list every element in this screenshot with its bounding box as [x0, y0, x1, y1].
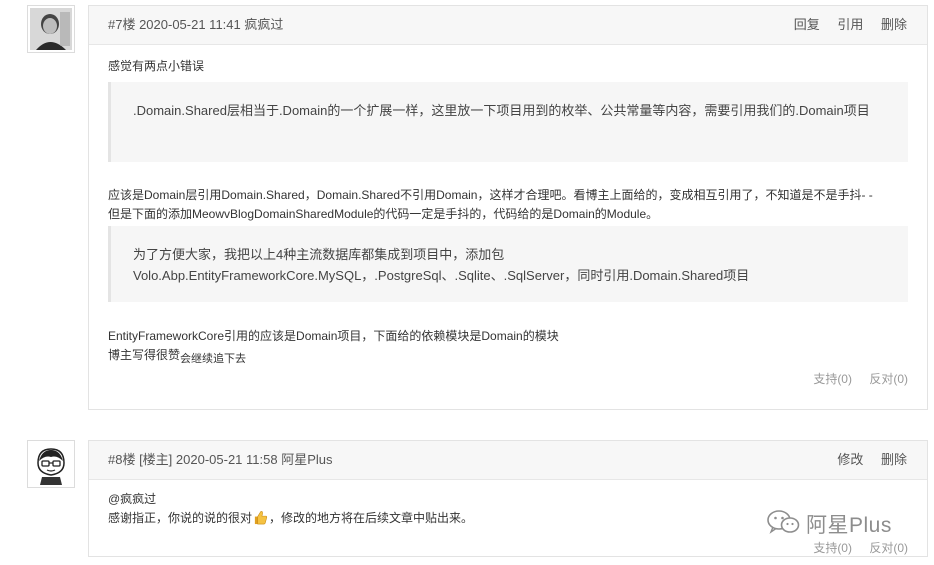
comment-meta: #8楼 [楼主] 2020-05-21 11:58 阿星Plus — [108, 452, 333, 467]
edit-button[interactable]: 修改 — [837, 452, 863, 467]
watermark-text: 阿星Plus — [806, 514, 892, 537]
wechat-icon — [766, 509, 800, 540]
comment-text: 应该是Domain层引用Domain.Shared，Domain.Shared不… — [108, 188, 873, 202]
comment-actions: 回复 引用 删除 — [780, 6, 907, 44]
oppose-button[interactable]: 反对(0) — [869, 541, 908, 555]
comment-8: #8楼 [楼主] 2020-05-21 11:58 阿星Plus 修改 删除 @… — [88, 440, 928, 557]
comment-text-part: ，修改的地方将在后续文章中贴出来。 — [269, 511, 474, 525]
vote-row: 支持(0) 反对(0) — [108, 539, 908, 556]
comment-7: #7楼 2020-05-21 11:41 疯疯过 回复 引用 删除 感觉有两点小… — [88, 5, 928, 410]
oppose-button[interactable]: 反对(0) — [869, 372, 908, 386]
comment-text: 博主写得很赞会继续追下去 — [108, 346, 908, 366]
blockquote: 为了方便大家，我把以上4种主流数据库都集成到项目中，添加包 Volo.Abp.E… — [108, 226, 908, 302]
watermark: 阿星Plus — [766, 509, 892, 539]
avatar[interactable] — [27, 440, 75, 488]
comment-text-part: 感谢指正，你说的说的很对 — [108, 511, 253, 525]
avatar-image — [30, 443, 72, 485]
avatar[interactable] — [27, 5, 75, 53]
blockquote: .Domain.Shared层相当于.Domain的一个扩展一样，这里放一下项目… — [108, 82, 908, 162]
comment-text: EntityFrameworkCore引用的应该是Domain项目，下面给的依赖… — [108, 329, 559, 343]
delete-button[interactable]: 删除 — [881, 452, 907, 467]
support-button[interactable]: 支持(0) — [813, 541, 852, 555]
mention-link[interactable]: @疯疯过 — [108, 490, 908, 509]
blockquote-line: 为了方便大家，我把以上4种主流数据库都集成到项目中，添加包 — [133, 247, 505, 262]
comment-actions: 修改 删除 — [823, 441, 907, 479]
blockquote-line: Volo.Abp.EntityFrameworkCore.MySQL，.Post… — [133, 268, 750, 283]
comment-text: 感觉有两点小错误 — [108, 59, 205, 73]
comment-header: #8楼 [楼主] 2020-05-21 11:58 阿星Plus 修改 删除 — [89, 441, 927, 480]
comment-header: #7楼 2020-05-21 11:41 疯疯过 回复 引用 删除 — [89, 6, 927, 45]
comment-meta: #7楼 2020-05-21 11:41 疯疯过 — [108, 17, 284, 32]
comment-text-part: 博主写得很赞 — [108, 348, 181, 362]
comment-text: 但是下面的添加MeowvBlogDomainSharedModule的代码一定是… — [108, 207, 659, 221]
comment-body: 感觉有两点小错误 .Domain.Shared层相当于.Domain的一个扩展一… — [89, 57, 927, 387]
reply-button[interactable]: 回复 — [794, 17, 820, 32]
avatar-image — [30, 8, 72, 50]
thumbs-up-icon — [253, 510, 268, 531]
support-button[interactable]: 支持(0) — [813, 372, 852, 386]
vote-row: 支持(0) 反对(0) — [108, 370, 908, 387]
comment-text-part: 会继续追下去 — [180, 353, 247, 365]
quote-button[interactable]: 引用 — [837, 17, 863, 32]
delete-button[interactable]: 删除 — [881, 17, 907, 32]
